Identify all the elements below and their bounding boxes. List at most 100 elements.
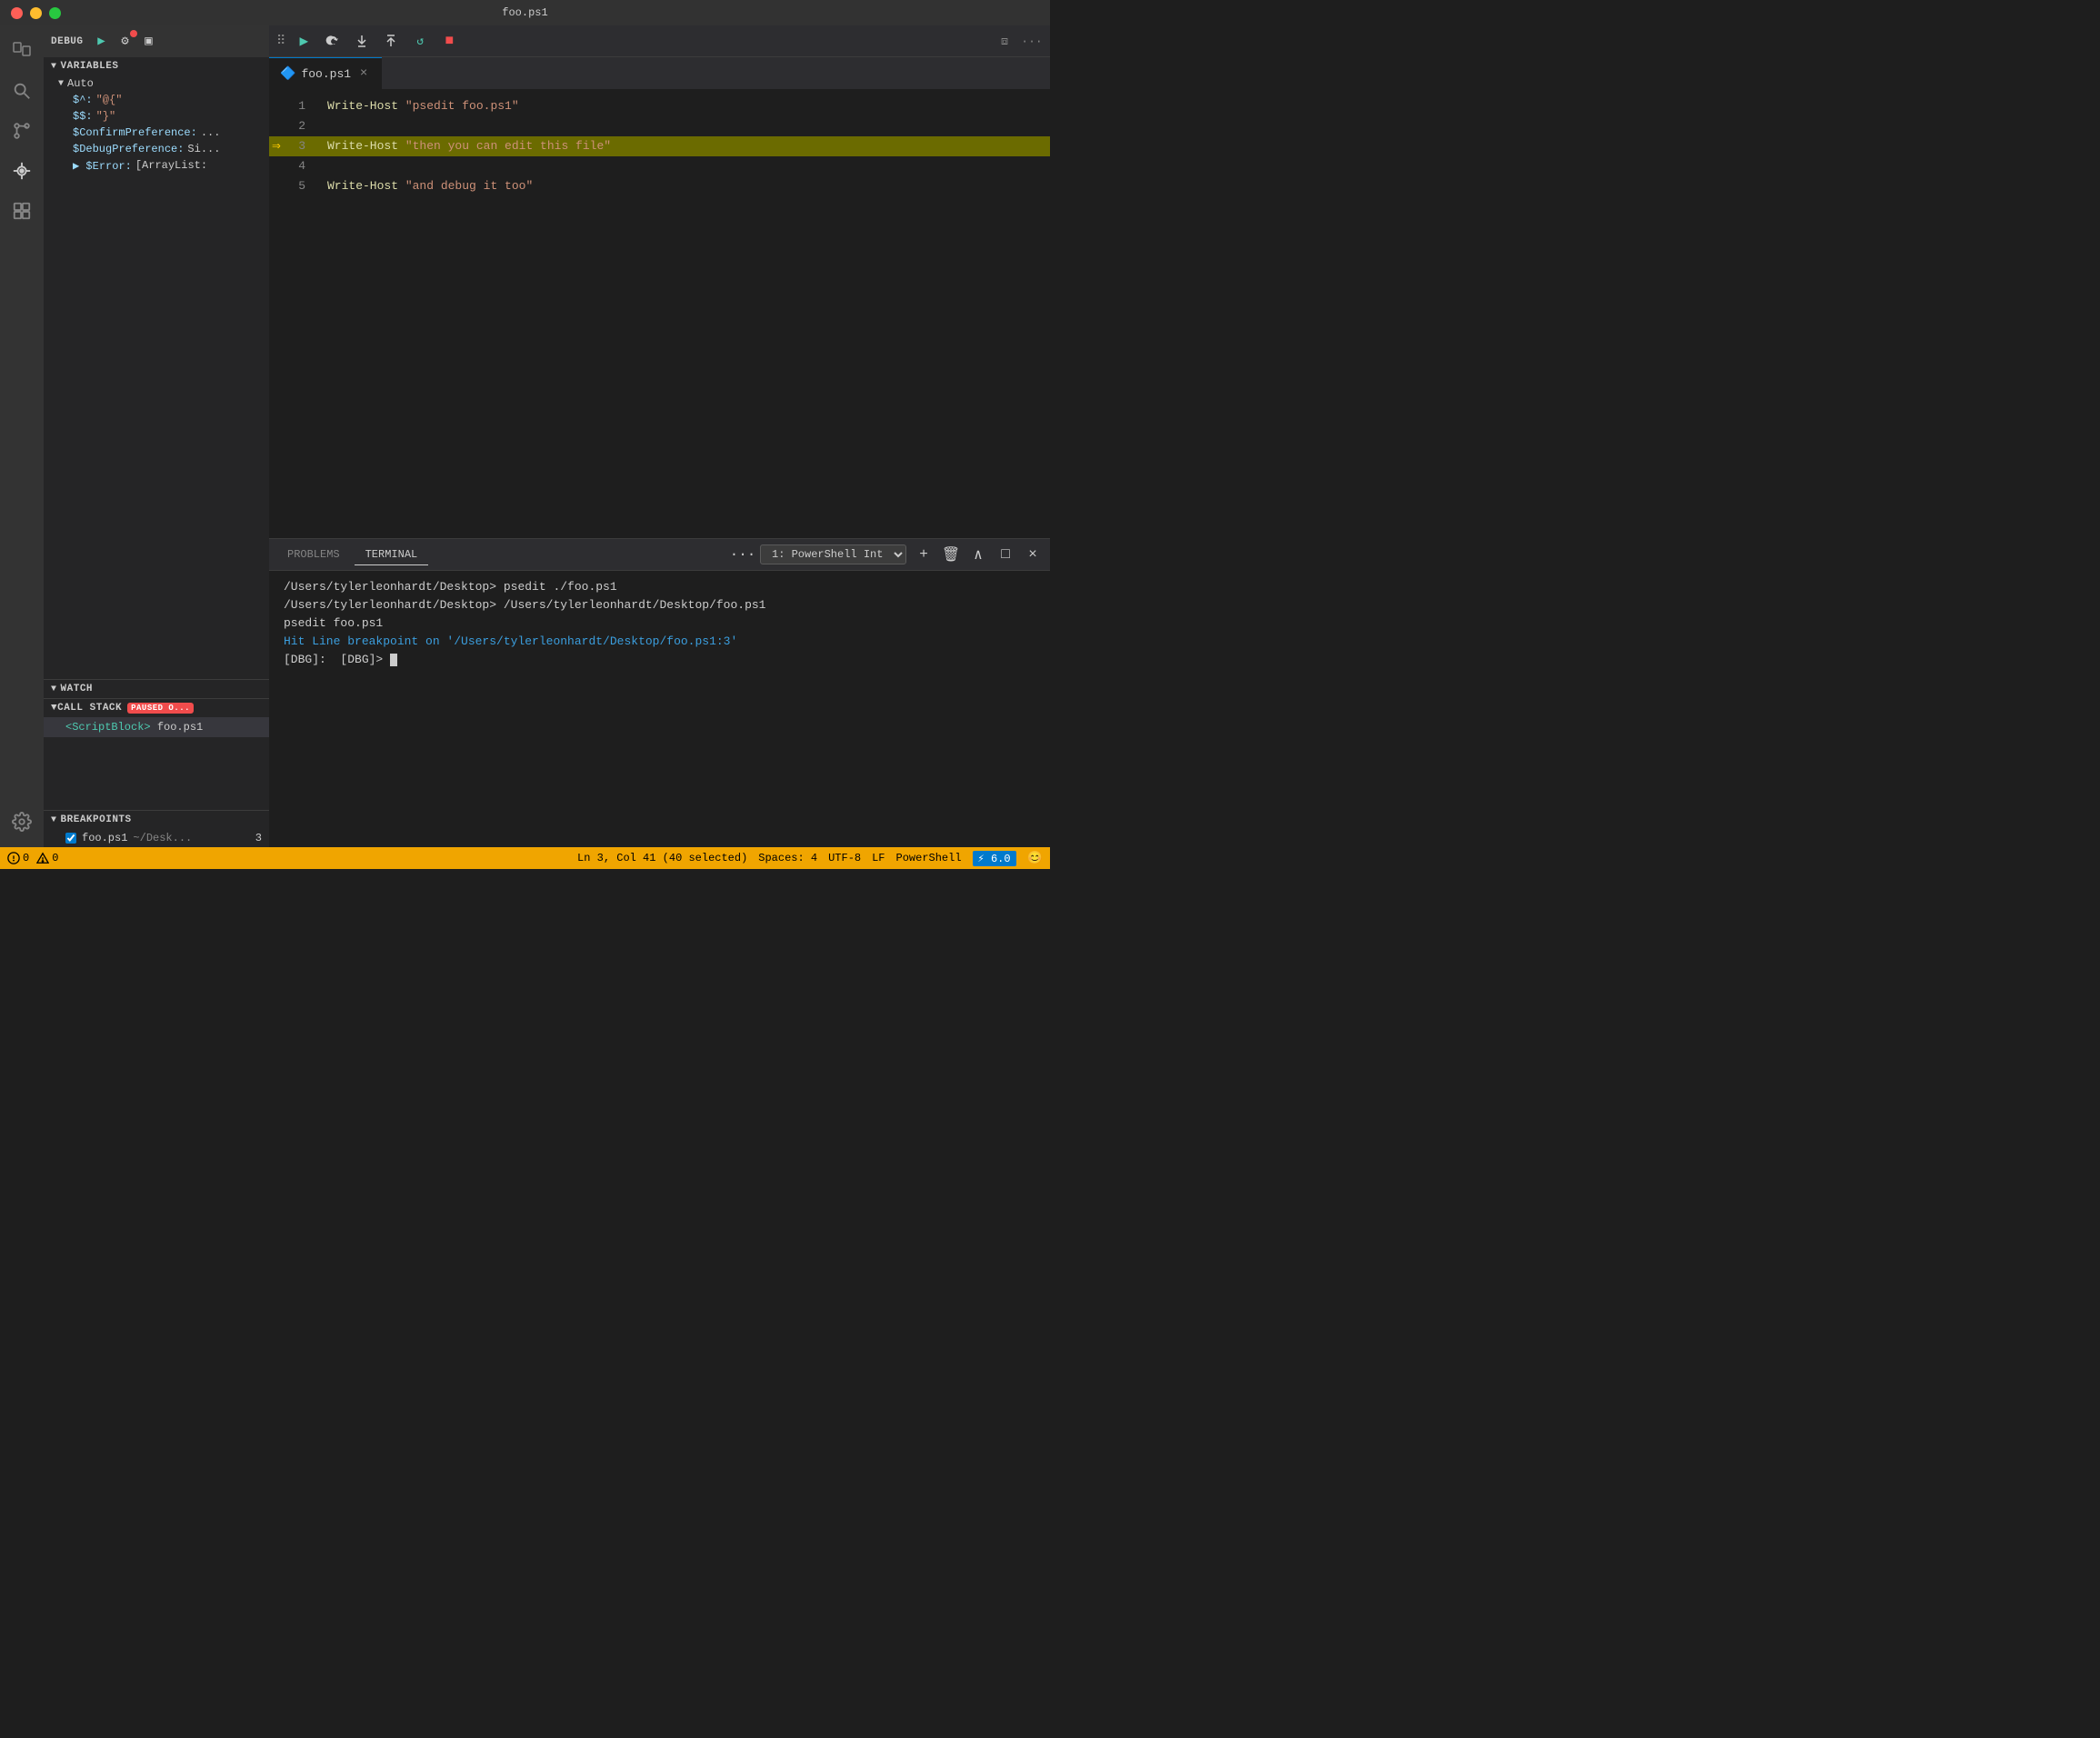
var-name: $^:: [73, 94, 93, 106]
minimize-button[interactable]: [30, 7, 42, 19]
current-line-arrow: ⇒: [272, 136, 281, 156]
kill-terminal-button[interactable]: 🗑: [941, 544, 961, 564]
new-terminal-button[interactable]: +: [914, 544, 934, 564]
terminal-tab[interactable]: TERMINAL: [355, 544, 429, 565]
step-over-button[interactable]: [322, 30, 344, 52]
var-value: "}": [96, 110, 116, 123]
warning-count[interactable]: 0: [36, 852, 58, 864]
warning-count-label: 0: [52, 852, 58, 864]
status-right: Ln 3, Col 41 (40 selected) Spaces: 4 UTF…: [577, 851, 1043, 866]
line-ending[interactable]: LF: [872, 852, 885, 864]
var-value: Si...: [187, 143, 220, 155]
window-controls: [11, 7, 61, 19]
cursor-position[interactable]: Ln 3, Col 41 (40 selected): [577, 852, 747, 864]
version-label: ⚡ 6.0: [978, 852, 1011, 865]
start-debug-button[interactable]: ▶: [93, 33, 111, 51]
auto-arrow: ▼: [58, 79, 64, 89]
search-icon[interactable]: [4, 73, 40, 109]
scroll-up-button[interactable]: ∧: [968, 544, 988, 564]
callstack-section: ▼ CALL STACK PAUSED O... <ScriptBlock> f…: [44, 698, 269, 810]
debug-settings-button[interactable]: ⚙: [116, 33, 135, 51]
variables-section-header[interactable]: ▼ VARIABLES: [44, 57, 269, 75]
code-line-1: 1 Write-Host "psedit foo.ps1": [269, 96, 1050, 116]
breakpoints-arrow: ▼: [51, 815, 57, 825]
extensions-icon[interactable]: [4, 193, 40, 229]
var-value: ...: [201, 126, 221, 139]
more-actions-button[interactable]: ···: [1021, 30, 1043, 52]
breakpoints-label: BREAKPOINTS: [61, 814, 132, 825]
auto-label: Auto: [67, 77, 94, 90]
terminal-selector[interactable]: 1: PowerShell Int: [760, 544, 906, 564]
continue-button[interactable]: ▶: [293, 30, 315, 52]
line-number-4: 4: [284, 156, 320, 176]
var-item: $ConfirmPreference: ...: [44, 125, 269, 141]
source-control-icon[interactable]: [4, 113, 40, 149]
powershell-version[interactable]: ⚡ 6.0: [973, 851, 1016, 866]
language-mode[interactable]: PowerShell: [896, 852, 962, 864]
callstack-item[interactable]: <ScriptBlock> foo.ps1: [44, 717, 269, 737]
terminal-line-prompt: [DBG]: [DBG]>: [284, 651, 1035, 669]
sidebar: DEBUG ▶ ⚙ ▣ ▼ VARIABLES ▼ Auto $^: "@{" …: [44, 25, 269, 847]
tab-close-button[interactable]: ×: [356, 66, 371, 81]
var-item: $^: "@{": [44, 92, 269, 108]
watch-section-header[interactable]: ▼ WATCH: [44, 680, 269, 698]
watch-section: ▼ WATCH: [44, 679, 269, 698]
feedback-icon[interactable]: 😊: [1027, 851, 1043, 866]
debug-icon[interactable]: [4, 153, 40, 189]
line-content-5: Write-Host "and debug it too": [320, 176, 1050, 196]
more-terminal-button[interactable]: ···: [733, 544, 753, 564]
watch-label: WATCH: [61, 684, 94, 694]
maximize-panel-button[interactable]: □: [995, 544, 1015, 564]
terminal-panel: PROBLEMS TERMINAL ··· 1: PowerShell Int …: [269, 538, 1050, 847]
tab-foo-ps1[interactable]: 🔷 foo.ps1 ×: [269, 57, 382, 89]
ps1-file-icon: 🔷: [280, 66, 295, 82]
line-number-5: 5: [284, 176, 320, 196]
code-line-2: 2: [269, 116, 1050, 136]
step-into-button[interactable]: [351, 30, 373, 52]
auto-group-header[interactable]: ▼ Auto: [44, 75, 269, 92]
problems-tab[interactable]: PROBLEMS: [276, 544, 351, 564]
status-bar: 0 0 Ln 3, Col 41 (40 selected) Spaces: 4…: [0, 847, 1050, 869]
editor-action-right: ⧈ ···: [994, 30, 1043, 52]
callstack-file: foo.ps1: [157, 721, 203, 734]
step-out-button[interactable]: [380, 30, 402, 52]
breakpoints-section-header[interactable]: ▼ BREAKPOINTS: [44, 811, 269, 829]
line-content-3: Write-Host "then you can edit this file": [320, 136, 1050, 156]
error-count[interactable]: 0: [7, 852, 29, 864]
terminal-tab-bar: PROBLEMS TERMINAL ··· 1: PowerShell Int …: [269, 539, 1050, 571]
drag-handle[interactable]: ⠿: [276, 34, 285, 49]
breakpoint-marker-3: ⇒: [269, 136, 284, 156]
split-editor-button[interactable]: ⧈: [994, 30, 1015, 52]
variables-arrow: ▼: [51, 62, 57, 72]
tab-bar: 🔷 foo.ps1 ×: [269, 57, 1050, 89]
restart-button[interactable]: ↺: [409, 30, 431, 52]
breakpoint-checkbox[interactable]: [65, 833, 76, 844]
code-editor[interactable]: 1 Write-Host "psedit foo.ps1" 2 ⇒ 3 Writ…: [269, 89, 1050, 538]
terminal-content[interactable]: /Users/tylerleonhardt/Desktop> psedit ./…: [269, 571, 1050, 847]
terminal-line: /Users/tylerleonhardt/Desktop> psedit ./…: [284, 578, 1035, 596]
close-panel-button[interactable]: ×: [1023, 544, 1043, 564]
error-count-label: 0: [23, 852, 29, 864]
explorer-icon[interactable]: [4, 33, 40, 69]
maximize-button[interactable]: [49, 7, 61, 19]
debug-toolbar: DEBUG ▶ ⚙ ▣: [44, 25, 269, 57]
var-item: ▶ $Error: [ArrayList:: [44, 157, 269, 175]
open-editor-button[interactable]: ▣: [140, 33, 158, 51]
code-line-3: ⇒ 3 Write-Host "then you can edit this f…: [269, 136, 1050, 156]
warning-icon: [36, 852, 49, 864]
settings-badge: [130, 30, 137, 37]
var-name: $$:: [73, 110, 93, 123]
watch-arrow: ▼: [51, 684, 57, 694]
callstack-label: CALL STACK: [57, 703, 122, 714]
file-encoding[interactable]: UTF-8: [828, 852, 861, 864]
paused-badge: PAUSED O...: [127, 703, 194, 714]
stop-button[interactable]: ■: [438, 30, 460, 52]
var-name: $ConfirmPreference:: [73, 126, 197, 139]
terminal-line: /Users/tylerleonhardt/Desktop> /Users/ty…: [284, 596, 1035, 614]
close-button[interactable]: [11, 7, 23, 19]
terminal-cursor: [390, 654, 397, 666]
callstack-header[interactable]: ▼ CALL STACK PAUSED O...: [44, 699, 269, 717]
indentation[interactable]: Spaces: 4: [758, 852, 817, 864]
settings-icon[interactable]: [4, 804, 40, 840]
titlebar: foo.ps1: [0, 0, 1050, 25]
